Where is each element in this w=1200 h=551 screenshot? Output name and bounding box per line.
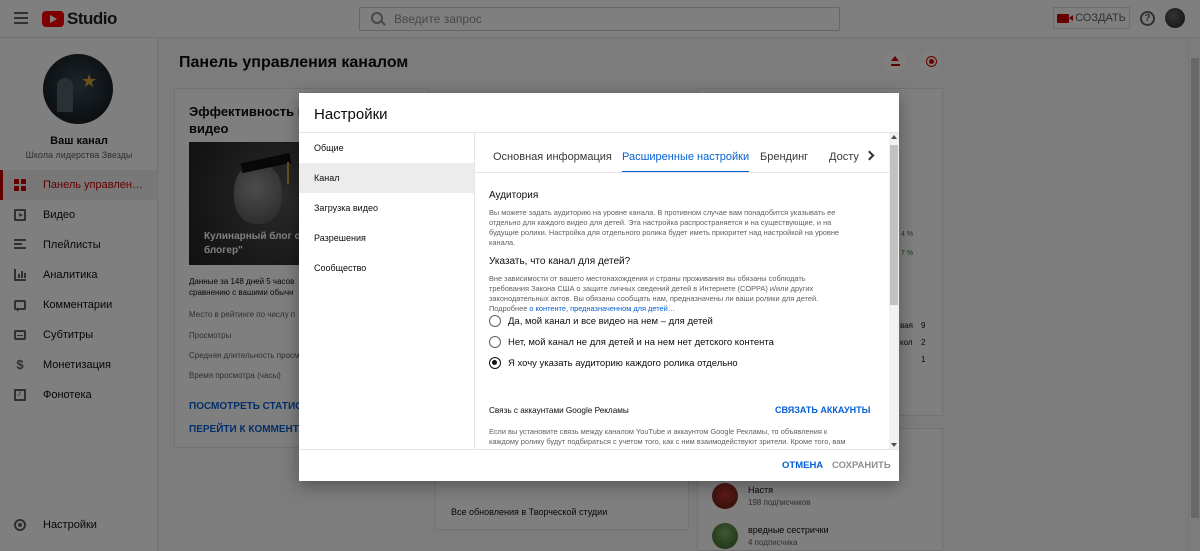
- save-button[interactable]: Сохранить: [832, 460, 891, 471]
- scroll-up-icon[interactable]: [891, 135, 897, 139]
- made-for-kids-question: Указать, что канал для детей?: [489, 256, 631, 267]
- settings-menu: Общие Канал Загрузка видео Разрешения Со…: [299, 133, 474, 449]
- radio-label: Да, мой канал и все видео на нем – для д…: [508, 315, 713, 327]
- audience-option-no[interactable]: Нет, мой канал не для детей и на нем нет…: [489, 336, 774, 348]
- advanced-settings-content: Аудитория Вы можете задать аудиторию на …: [475, 174, 889, 449]
- tab-advanced-settings[interactable]: Расширенные настройки: [622, 133, 750, 172]
- settings-menu-channel[interactable]: Канал: [299, 163, 474, 193]
- settings-menu-community[interactable]: Сообщество: [299, 253, 474, 283]
- audience-description: Вы можете задать аудиторию на уровне кан…: [489, 208, 869, 248]
- audience-desc-line-2: отдельно для каждого видео для детей. Эт…: [489, 218, 832, 227]
- coppa-line-3: законодательных актов. Вы обязаны сообща…: [489, 294, 819, 303]
- scroll-down-icon[interactable]: [891, 443, 897, 447]
- coppa-description: Вне зависимости от вашего местонахождени…: [489, 274, 869, 314]
- ads-desc-line-1: Если вы установите связь между каналом Y…: [489, 427, 828, 436]
- settings-menu-permissions[interactable]: Разрешения: [299, 223, 474, 253]
- radio-label: Нет, мой канал не для детей и на нем нет…: [508, 336, 774, 348]
- dialog-footer-divider: [299, 449, 899, 450]
- audience-desc-line-4: канала.: [489, 238, 516, 247]
- radio-button-selected[interactable]: [489, 357, 501, 369]
- radio-button[interactable]: [489, 336, 501, 348]
- tab-basic-info[interactable]: Основная информация: [493, 133, 612, 172]
- audience-option-yes[interactable]: Да, мой канал и все видео на нем – для д…: [489, 315, 713, 327]
- tab-access[interactable]: Досту: [829, 133, 859, 172]
- radio-button[interactable]: [489, 315, 501, 327]
- tab-branding[interactable]: Брендинг: [760, 133, 808, 172]
- google-ads-description: Если вы установите связь между каналом Y…: [489, 427, 869, 447]
- coppa-line-1: Вне зависимости от вашего местонахождени…: [489, 274, 806, 283]
- settings-menu-general[interactable]: Общие: [299, 133, 474, 163]
- channel-tabs: Основная информация Расширенные настройк…: [475, 133, 899, 173]
- audience-option-per-video[interactable]: Я хочу указать аудиторию каждого ролика …: [489, 357, 738, 369]
- settings-menu-upload-defaults[interactable]: Загрузка видео: [299, 193, 474, 223]
- coppa-line-2: требования Закона США о защите личных св…: [489, 284, 814, 293]
- radio-label: Я хочу указать аудиторию каждого ролика …: [508, 357, 738, 369]
- audience-desc-line-1: Вы можете задать аудиторию на уровне кан…: [489, 208, 836, 217]
- ads-desc-line-2: каждому ролику будут подбираться с учето…: [489, 437, 846, 446]
- dialog-scrollbar-thumb[interactable]: [890, 145, 898, 305]
- audience-desc-line-3: будущие ролики. Настройка для отдельного…: [489, 228, 840, 237]
- dialog-title: Настройки: [314, 106, 388, 123]
- audience-heading: Аудитория: [489, 190, 539, 201]
- cancel-button[interactable]: Отмена: [782, 460, 823, 471]
- made-for-kids-link[interactable]: о контенте, предназначенном для детей…: [529, 304, 675, 313]
- dialog-scrollbar[interactable]: [889, 133, 899, 449]
- link-accounts-button[interactable]: Связать аккаунты: [775, 405, 870, 415]
- settings-dialog: Настройки Общие Канал Загрузка видео Раз…: [299, 93, 899, 481]
- coppa-line-4: Подробнее: [489, 304, 530, 313]
